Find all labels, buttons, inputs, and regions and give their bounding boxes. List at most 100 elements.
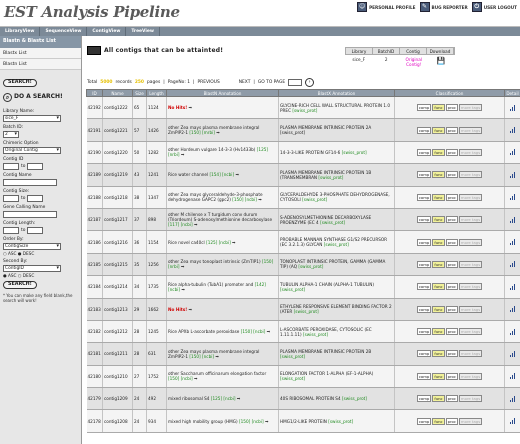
classification-tag[interactable]: more tags: [458, 260, 483, 268]
pager-page-input[interactable]: [288, 79, 303, 86]
nav-tree-view[interactable]: TreeView: [126, 27, 160, 36]
table-row[interactable]: 42192 contig1222 65 1124 No Hits! ➡ GLYCINE-R…: [86, 96, 520, 120]
detail-chart-icon[interactable]: [506, 373, 519, 380]
blastx-evidence[interactable]: [swiss_prot]: [280, 376, 305, 381]
classification-tag[interactable]: comp: [416, 238, 432, 246]
classification-tag[interactable]: more tags: [458, 238, 483, 246]
blastx-evidence[interactable]: [swiss_prot]: [302, 197, 327, 202]
classification-tag[interactable]: comp: [416, 193, 432, 201]
classification-tag[interactable]: more tags: [458, 148, 483, 156]
nav-contig-view[interactable]: ContigView: [87, 27, 127, 36]
sidebar-blastn-list[interactable]: Blastn List: [0, 59, 81, 70]
classification-tag[interactable]: comp: [416, 216, 432, 224]
blastx-evidence[interactable]: [swiss_prot]: [303, 332, 328, 337]
gene-calling-input[interactable]: [3, 211, 57, 218]
chimeric-option-select[interactable]: Original Contig: [3, 147, 61, 154]
arrow-right-icon[interactable]: ➡: [235, 172, 239, 177]
classification-tag[interactable]: comp: [416, 372, 432, 380]
sidebar-blastx-list[interactable]: Blastx List: [0, 48, 81, 59]
arrow-right-icon[interactable]: ➡: [181, 152, 185, 157]
second-by-select[interactable]: ContigID: [3, 265, 61, 272]
classification-tag[interactable]: proc: [445, 126, 458, 134]
cell-name[interactable]: contig1221: [102, 118, 133, 142]
contig-name-input[interactable]: [3, 179, 57, 186]
detail-chart-icon[interactable]: [506, 283, 519, 290]
classification-tag[interactable]: comp: [416, 350, 432, 358]
detail-chart-icon[interactable]: [506, 328, 519, 335]
detail-chart-icon[interactable]: [506, 261, 519, 268]
table-row[interactable]: 42181 contig1211 28 631 other Zea mays plasm…: [86, 342, 520, 366]
classification-tag[interactable]: func: [432, 193, 445, 201]
pager-next[interactable]: NEXT: [239, 80, 251, 85]
blastx-evidence[interactable]: [swiss_prot]: [298, 264, 323, 269]
sidebar-search-button[interactable]: SEARCH!: [3, 281, 37, 289]
classification-tag[interactable]: comp: [416, 283, 432, 291]
column-header[interactable]: Detail: [504, 89, 520, 97]
blastx-evidence[interactable]: [swiss_prot]: [342, 150, 367, 155]
blastn-evidence[interactable]: [154] [ncbi]: [209, 172, 234, 177]
sidebar-search-top-button[interactable]: SEARCH!: [3, 79, 37, 87]
classification-tag[interactable]: proc: [445, 238, 458, 246]
classification-tag[interactable]: func: [432, 104, 445, 112]
column-header[interactable]: Name: [102, 89, 133, 97]
user-logout-link[interactable]: ⏻ USER LOGOUT: [471, 2, 517, 12]
blastx-evidence[interactable]: [swiss_prot]: [328, 419, 353, 424]
blastx-evidence[interactable]: [swiss_prot]: [320, 220, 345, 225]
cell-name[interactable]: contig1218: [102, 186, 133, 209]
classification-tag[interactable]: func: [432, 395, 445, 403]
classification-tag[interactable]: proc: [445, 104, 458, 112]
classification-tag[interactable]: func: [432, 148, 445, 156]
column-header[interactable]: BlastX Annotation: [278, 89, 395, 97]
cell-name[interactable]: contig1217: [102, 208, 133, 232]
classification-tag[interactable]: func: [432, 328, 445, 336]
table-row[interactable]: 42179 contig1209 24 492 mixed ribosomal S4 […: [86, 387, 520, 411]
classification-tag[interactable]: proc: [445, 350, 458, 358]
classification-tag[interactable]: comp: [416, 260, 432, 268]
table-row[interactable]: 42183 contig1213 29 1662 No Hits! ➡ ETHYLENE …: [86, 298, 520, 321]
detail-chart-icon[interactable]: [506, 395, 519, 402]
contig-size-from-input[interactable]: [3, 195, 19, 202]
blastn-evidence[interactable]: [125] [ncbi]: [206, 240, 231, 245]
cell-name[interactable]: contig1215: [102, 253, 133, 277]
personal-profile-link[interactable]: ☺ PERSONAL PROFILE: [357, 2, 416, 12]
classification-tag[interactable]: more tags: [458, 417, 483, 425]
blastn-evidence[interactable]: [117] [ncbi]: [168, 222, 193, 227]
pager-previous[interactable]: PREVIOUS: [198, 80, 220, 85]
classification-tag[interactable]: comp: [416, 395, 432, 403]
arrow-right-icon[interactable]: ➡: [189, 105, 193, 110]
arrow-right-icon[interactable]: ➡: [215, 354, 219, 359]
detail-chart-icon[interactable]: [506, 194, 519, 201]
batch-id-select[interactable]: 2: [3, 131, 19, 138]
classification-tag[interactable]: more tags: [458, 372, 483, 380]
table-row[interactable]: 42185 contig1215 35 1256 other Zea mays tono…: [86, 253, 520, 277]
table-row[interactable]: 42186 contig1216 36 1154 Rice novel ca40cl […: [86, 230, 520, 254]
classification-tag[interactable]: comp: [416, 171, 432, 179]
blastx-evidence[interactable]: [swiss_prot]: [280, 287, 305, 292]
download-icon[interactable]: 💾: [428, 55, 456, 71]
classification-tag[interactable]: more tags: [458, 104, 483, 112]
classification-tag[interactable]: proc: [445, 283, 458, 291]
detail-chart-icon[interactable]: [506, 216, 519, 223]
contig-id-to-input[interactable]: [27, 163, 44, 170]
detail-chart-icon[interactable]: [506, 350, 519, 357]
classification-tag[interactable]: more tags: [458, 350, 483, 358]
arrow-right-icon[interactable]: ➡: [181, 264, 185, 269]
table-row[interactable]: 42187 contig1217 37 898 other M chilense x T…: [86, 208, 520, 232]
detail-chart-icon[interactable]: [506, 171, 519, 178]
classification-tag[interactable]: func: [432, 283, 445, 291]
cell-name[interactable]: contig1214: [102, 275, 133, 299]
table-row[interactable]: 42180 contig1210 27 1752 other Saccharum off…: [86, 365, 520, 389]
classification-tag[interactable]: func: [432, 126, 445, 134]
table-row[interactable]: 42184 contig1214 34 1735 Rice alpha-tubulin …: [86, 275, 520, 299]
classification-tag[interactable]: func: [432, 350, 445, 358]
blastx-evidence[interactable]: [swiss_prot]: [280, 354, 305, 359]
classification-tag[interactable]: more tags: [458, 216, 483, 224]
classification-tag[interactable]: proc: [445, 216, 458, 224]
blastn-evidence[interactable]: [150] [ncbi]: [239, 419, 264, 424]
cell-name[interactable]: contig1212: [102, 320, 133, 344]
classification-tag[interactable]: proc: [445, 417, 458, 425]
classification-tag[interactable]: more tags: [458, 305, 483, 313]
nav-sequence-view[interactable]: SequenceView: [40, 27, 88, 36]
arrow-right-icon[interactable]: ➡: [216, 130, 220, 135]
arrow-right-icon[interactable]: ➡: [258, 197, 262, 202]
